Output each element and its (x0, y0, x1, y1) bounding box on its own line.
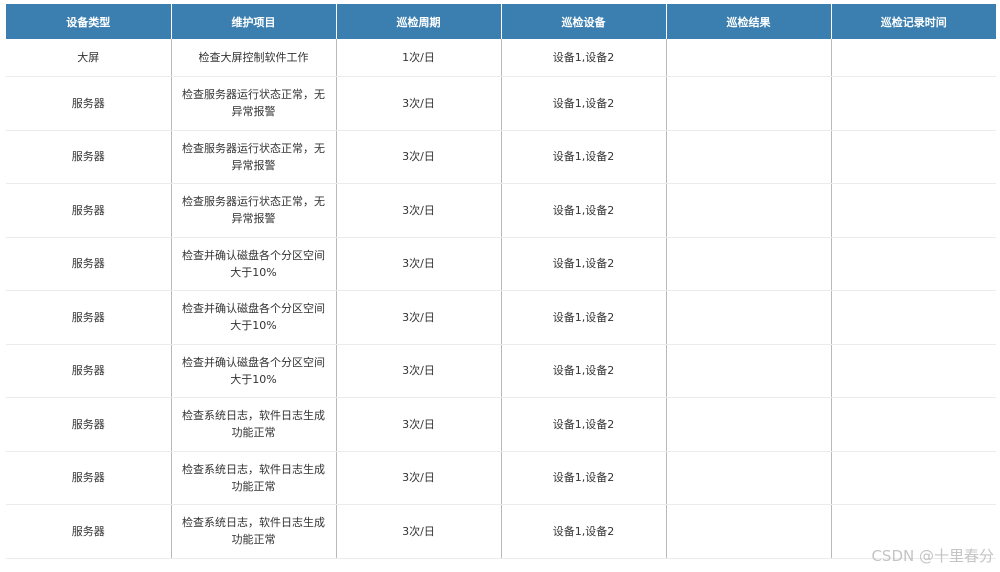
table-row: 服务器 检查并确认磁盘各个分区空间大于10% 3次/日 设备1,设备2 (6, 237, 996, 291)
cell-inspection-devices: 设备1,设备2 (501, 183, 667, 238)
cell-device-type: 服务器 (6, 237, 172, 291)
cell-inspection-result[interactable] (666, 39, 832, 77)
cell-inspection-result[interactable] (666, 344, 832, 398)
cell-device-type: 服务器 (6, 504, 172, 559)
cell-inspection-cycle: 1次/日 (336, 39, 502, 77)
cell-record-time[interactable] (831, 39, 996, 77)
cell-inspection-result[interactable] (666, 504, 832, 559)
table-row: 服务器 检查服务器运行状态正常，无异常报警 3次/日 设备1,设备2 (6, 76, 996, 131)
cell-inspection-devices: 设备1,设备2 (501, 451, 667, 505)
cell-inspection-result[interactable] (666, 397, 832, 452)
cell-inspection-cycle: 3次/日 (336, 290, 502, 345)
cell-device-type: 服务器 (6, 290, 172, 345)
table-row: 服务器 检查系统日志，软件日志生成功能正常 3次/日 设备1,设备2 (6, 504, 996, 559)
cell-inspection-cycle: 3次/日 (336, 130, 502, 184)
header-device-type[interactable]: 设备类型 (6, 4, 172, 39)
cell-maintenance-item: 检查服务器运行状态正常，无异常报警 (171, 130, 337, 184)
table-body: 大屏 检查大屏控制软件工作 1次/日 设备1,设备2 服务器 检查服务器运行状态正常，无异… (6, 39, 996, 559)
table-row: 服务器 检查系统日志，软件日志生成功能正常 3次/日 设备1,设备2 (6, 451, 996, 505)
cell-inspection-cycle: 3次/日 (336, 504, 502, 559)
cell-inspection-devices: 设备1,设备2 (501, 504, 667, 559)
cell-inspection-result[interactable] (666, 130, 832, 184)
cell-inspection-devices: 设备1,设备2 (501, 344, 667, 398)
cell-device-type: 服务器 (6, 451, 172, 505)
cell-record-time[interactable] (831, 451, 996, 505)
cell-maintenance-item: 检查并确认磁盘各个分区空间大于10% (171, 344, 337, 398)
cell-inspection-result[interactable] (666, 451, 832, 505)
cell-inspection-result[interactable] (666, 76, 832, 131)
cell-maintenance-item: 检查服务器运行状态正常，无异常报警 (171, 76, 337, 131)
cell-device-type: 服务器 (6, 130, 172, 184)
cell-record-time[interactable] (831, 290, 996, 345)
table-row: 服务器 检查并确认磁盘各个分区空间大于10% 3次/日 设备1,设备2 (6, 344, 996, 398)
cell-record-time[interactable] (831, 344, 996, 398)
table-row: 服务器 检查并确认磁盘各个分区空间大于10% 3次/日 设备1,设备2 (6, 290, 996, 345)
header-record-time[interactable]: 巡检记录时间 (831, 4, 996, 39)
inspection-table-container: 设备类型 维护项目 巡检周期 巡检设备 巡检结果 巡检记录时间 大屏 检查大屏控制… (6, 4, 996, 559)
table-row: 服务器 检查服务器运行状态正常，无异常报警 3次/日 设备1,设备2 (6, 183, 996, 238)
cell-inspection-devices: 设备1,设备2 (501, 237, 667, 291)
cell-maintenance-item: 检查并确认磁盘各个分区空间大于10% (171, 290, 337, 345)
table-header-row: 设备类型 维护项目 巡检周期 巡检设备 巡检结果 巡检记录时间 (6, 4, 996, 39)
cell-inspection-result[interactable] (666, 290, 832, 345)
cell-inspection-cycle: 3次/日 (336, 344, 502, 398)
header-inspection-devices[interactable]: 巡检设备 (501, 4, 667, 39)
cell-device-type: 服务器 (6, 183, 172, 238)
cell-inspection-devices: 设备1,设备2 (501, 39, 667, 77)
cell-inspection-result[interactable] (666, 237, 832, 291)
cell-record-time[interactable] (831, 237, 996, 291)
cell-inspection-cycle: 3次/日 (336, 183, 502, 238)
cell-inspection-devices: 设备1,设备2 (501, 76, 667, 131)
cell-device-type: 大屏 (6, 39, 172, 77)
cell-device-type: 服务器 (6, 344, 172, 398)
header-inspection-cycle[interactable]: 巡检周期 (336, 4, 502, 39)
cell-inspection-cycle: 3次/日 (336, 451, 502, 505)
cell-inspection-result[interactable] (666, 183, 832, 238)
cell-maintenance-item: 检查大屏控制软件工作 (171, 39, 337, 77)
cell-inspection-devices: 设备1,设备2 (501, 290, 667, 345)
cell-maintenance-item: 检查系统日志，软件日志生成功能正常 (171, 451, 337, 505)
cell-record-time[interactable] (831, 130, 996, 184)
cell-record-time[interactable] (831, 183, 996, 238)
cell-inspection-cycle: 3次/日 (336, 237, 502, 291)
header-inspection-result[interactable]: 巡检结果 (666, 4, 832, 39)
cell-inspection-devices: 设备1,设备2 (501, 397, 667, 452)
header-maintenance-item[interactable]: 维护项目 (171, 4, 337, 39)
csdn-watermark: CSDN @十里春分 (871, 547, 994, 565)
cell-inspection-cycle: 3次/日 (336, 76, 502, 131)
cell-device-type: 服务器 (6, 397, 172, 452)
cell-inspection-cycle: 3次/日 (336, 397, 502, 452)
cell-record-time[interactable] (831, 397, 996, 452)
table-row: 服务器 检查系统日志，软件日志生成功能正常 3次/日 设备1,设备2 (6, 397, 996, 452)
table-row: 大屏 检查大屏控制软件工作 1次/日 设备1,设备2 (6, 39, 996, 77)
cell-maintenance-item: 检查并确认磁盘各个分区空间大于10% (171, 237, 337, 291)
cell-device-type: 服务器 (6, 76, 172, 131)
cell-inspection-devices: 设备1,设备2 (501, 130, 667, 184)
cell-record-time[interactable] (831, 76, 996, 131)
inspection-table: 设备类型 维护项目 巡检周期 巡检设备 巡检结果 巡检记录时间 大屏 检查大屏控制… (6, 4, 996, 559)
cell-maintenance-item: 检查系统日志，软件日志生成功能正常 (171, 397, 337, 452)
cell-maintenance-item: 检查系统日志，软件日志生成功能正常 (171, 504, 337, 559)
table-row: 服务器 检查服务器运行状态正常，无异常报警 3次/日 设备1,设备2 (6, 130, 996, 184)
cell-maintenance-item: 检查服务器运行状态正常，无异常报警 (171, 183, 337, 238)
